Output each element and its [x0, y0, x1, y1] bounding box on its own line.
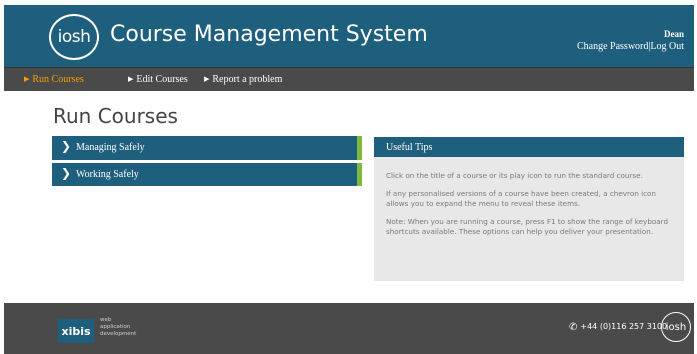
triangle-right-icon: ▶	[204, 75, 210, 83]
nav-item-edit-courses[interactable]: ▶ Edit Courses	[128, 74, 188, 85]
triangle-right-icon: ▶	[128, 75, 134, 83]
iosh-logo[interactable]: iosh	[49, 14, 99, 60]
triangle-right-icon: ▶	[24, 75, 30, 83]
phone-contact: ✆ +44 (0)116 257 3100	[569, 322, 667, 333]
xibis-logo[interactable]: xibis	[58, 319, 94, 343]
course-list-body	[52, 186, 362, 302]
nav-item-run-courses[interactable]: ▶ Run Courses	[24, 74, 84, 85]
tip-text: Note: When you are running a course, pre…	[386, 217, 669, 236]
iosh-footer-logo[interactable]: iosh	[661, 312, 691, 342]
change-password-link[interactable]: Change Password	[577, 41, 648, 52]
log-out-link[interactable]: Log Out	[650, 41, 684, 52]
nav-item-report-problem[interactable]: ▶ Report a problem	[204, 74, 282, 85]
tips-heading: Useful Tips	[374, 137, 684, 157]
tagline-line: application	[100, 324, 131, 330]
tip-text: If any personalised versions of a course…	[386, 189, 656, 208]
useful-tips-panel: Useful Tips Click on the title of a cour…	[374, 137, 684, 281]
app-frame: iosh Course Management System Dean Chang…	[0, 0, 697, 354]
footer-bar: xibis web application development ✆ +44 (…	[4, 303, 694, 354]
page-title: Run Courses	[53, 104, 178, 128]
tagline-line: development	[100, 331, 137, 337]
user-name: Dean	[664, 29, 684, 39]
app-title: Course Management System	[110, 22, 428, 47]
xibis-tagline: web application development	[100, 317, 136, 338]
header-bar: iosh Course Management System Dean Chang…	[4, 5, 694, 67]
chevron-right-icon[interactable]: ❯	[61, 139, 71, 153]
course-label: Managing Safely	[76, 142, 145, 153]
course-item-managing-safely[interactable]: ❯ Managing Safely	[52, 136, 362, 160]
phone-number: +44 (0)116 257 3100	[580, 322, 668, 331]
course-item-working-safely[interactable]: ❯ Working Safely	[52, 163, 362, 187]
course-list: ❯ Managing Safely ❯ Working Safely	[52, 136, 362, 302]
tip-text: Click on the title of a course or its pl…	[386, 171, 643, 180]
phone-icon: ✆	[569, 322, 578, 333]
nav-label: Run Courses	[32, 74, 84, 85]
nav-label: Edit Courses	[136, 74, 188, 85]
nav-label: Report a problem	[212, 74, 283, 85]
course-label: Working Safely	[76, 169, 139, 180]
chevron-right-icon[interactable]: ❯	[61, 166, 71, 180]
main-nav: ▶ Run Courses ▶ Edit Courses ▶ Report a pro…	[4, 67, 694, 91]
tips-body: Click on the title of a course or its pl…	[374, 157, 684, 237]
user-links: Change Password|Log Out	[577, 41, 684, 52]
tagline-line: web	[100, 317, 112, 323]
